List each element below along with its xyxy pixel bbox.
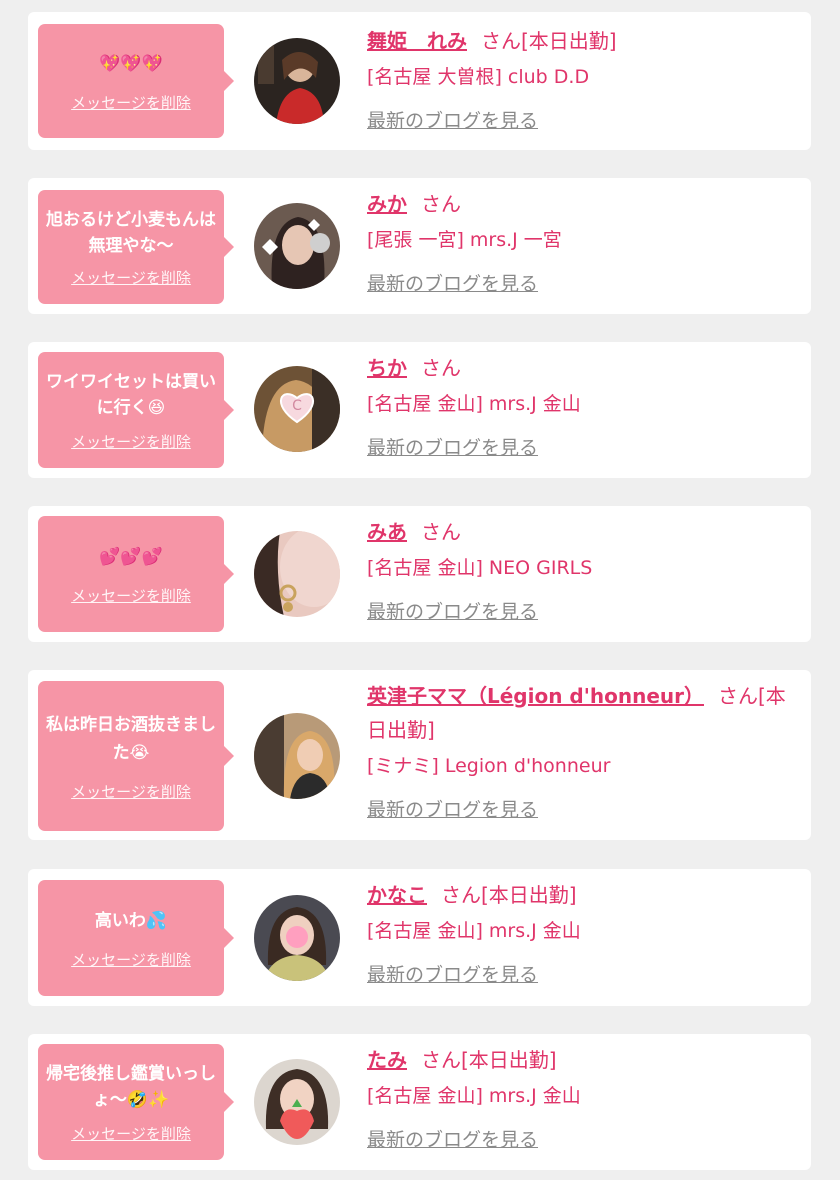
message-card: 💖💖💖 メッセージを削除 舞姫 れみ さん[本日出勤] [名古屋 大曽根] clu… — [28, 12, 811, 150]
avatar-image — [254, 713, 340, 799]
sender-name-link[interactable]: ちか — [367, 356, 407, 380]
message-text: 帰宅後推し鑑賞いっしょ〜🤣✨ — [46, 1063, 216, 1110]
message-bubble: 💕💕💕 メッセージを削除 — [38, 516, 234, 632]
latest-blog-link[interactable]: 最新のブログを見る — [367, 269, 538, 296]
latest-blog-link[interactable]: 最新のブログを見る — [367, 106, 538, 133]
svg-text:C: C — [292, 398, 302, 414]
latest-blog-link[interactable]: 最新のブログを見る — [367, 433, 538, 460]
sender-name-link[interactable]: みか — [367, 192, 407, 216]
message-bubble: 私は昨日お酒抜きました😭 メッセージを削除 — [38, 681, 234, 831]
avatar[interactable] — [254, 895, 340, 981]
message-text: ワイワイセットは買いに行く😆 — [46, 371, 216, 418]
sender-info: みか さん [尾張 一宮] mrs.J 一宮 最新のブログを見る — [367, 187, 795, 296]
attendance-badge: [本日出勤] — [461, 1048, 557, 1072]
avatar-image: C — [254, 366, 340, 452]
shop-label: [尾張 一宮] mrs.J 一宮 — [367, 229, 562, 251]
sender-name-link[interactable]: たみ — [367, 1048, 407, 1072]
avatar-image — [254, 203, 340, 289]
san-label: さん — [421, 1048, 461, 1072]
message-bubble: ワイワイセットは買いに行く😆 メッセージを削除 — [38, 352, 234, 468]
message-text: 💖💖💖 — [99, 53, 163, 74]
attendance-badge: [本日出勤] — [521, 29, 617, 53]
shop-label: [名古屋 金山] mrs.J 金山 — [367, 1085, 581, 1107]
latest-blog-link[interactable]: 最新のブログを見る — [367, 597, 538, 624]
sender-name-link[interactable]: 舞姫 れみ — [367, 29, 467, 53]
san-label: さん — [481, 29, 521, 53]
message-card: ワイワイセットは買いに行く😆 メッセージを削除 C ちか さん [名古屋 金山] … — [28, 342, 811, 478]
message-text: 旭おるけど小麦もんは無理やな〜 — [46, 209, 216, 256]
sender-info: たみ さん[本日出勤] [名古屋 金山] mrs.J 金山 最新のブログを見る — [367, 1043, 795, 1152]
message-text: 💕💕💕 — [99, 546, 163, 567]
message-text: 高いわ💦 — [94, 910, 168, 931]
message-bubble: 帰宅後推し鑑賞いっしょ〜🤣✨ メッセージを削除 — [38, 1044, 234, 1160]
delete-message-link[interactable]: メッセージを削除 — [71, 431, 191, 452]
shop-label: [名古屋 金山] NEO GIRLS — [367, 557, 593, 579]
shop-label: [名古屋 金山] mrs.J 金山 — [367, 393, 581, 415]
delete-message-link[interactable]: メッセージを削除 — [71, 585, 191, 606]
sender-info: 舞姫 れみ さん[本日出勤] [名古屋 大曽根] club D.D 最新のブログを… — [367, 24, 795, 133]
delete-message-link[interactable]: メッセージを削除 — [71, 1123, 191, 1144]
sender-info: ちか さん [名古屋 金山] mrs.J 金山 最新のブログを見る — [367, 351, 795, 460]
message-bubble: 💖💖💖 メッセージを削除 — [38, 24, 234, 138]
message-bubble: 高いわ💦 メッセージを削除 — [38, 880, 234, 996]
shop-label: [名古屋 大曽根] club D.D — [367, 66, 590, 88]
sender-name-link[interactable]: かなこ — [367, 883, 427, 907]
avatar[interactable] — [254, 531, 340, 617]
avatar[interactable] — [254, 1059, 340, 1145]
avatar-image — [254, 38, 340, 124]
shop-label: [ミナミ] Legion d'honneur — [367, 755, 611, 777]
delete-message-link[interactable]: メッセージを削除 — [71, 92, 191, 113]
message-card: 帰宅後推し鑑賞いっしょ〜🤣✨ メッセージを削除 たみ さん[本日出勤] [名古屋 … — [28, 1034, 811, 1170]
latest-blog-link[interactable]: 最新のブログを見る — [367, 795, 538, 822]
delete-message-link[interactable]: メッセージを削除 — [71, 267, 191, 288]
avatar[interactable] — [254, 713, 340, 799]
latest-blog-link[interactable]: 最新のブログを見る — [367, 1125, 538, 1152]
message-text: 私は昨日お酒抜きました😭 — [46, 714, 216, 763]
avatar-image — [254, 895, 340, 981]
delete-message-link[interactable]: メッセージを削除 — [71, 949, 191, 970]
message-card: 私は昨日お酒抜きました😭 メッセージを削除 英津子ママ（Légion d'hon… — [28, 670, 811, 840]
shop-label: [名古屋 金山] mrs.J 金山 — [367, 920, 581, 942]
san-label: さん — [421, 520, 461, 544]
san-label: さん — [421, 192, 461, 216]
latest-blog-link[interactable]: 最新のブログを見る — [367, 960, 538, 987]
sender-info: かなこ さん[本日出勤] [名古屋 金山] mrs.J 金山 最新のブログを見る — [367, 878, 795, 987]
san-label: さん — [421, 356, 461, 380]
avatar[interactable]: C — [254, 366, 340, 452]
san-label: さん — [717, 684, 758, 708]
sender-info: 英津子ママ（Légion d'honneur） さん[本日出勤] [ミナミ] Le… — [367, 679, 795, 822]
san-label: さん — [441, 883, 481, 907]
avatar-image — [254, 531, 340, 617]
attendance-badge: [本日出勤] — [481, 883, 577, 907]
message-card: 高いわ💦 メッセージを削除 かなこ さん[本日出勤] [名古屋 金山] mrs.J… — [28, 869, 811, 1006]
sender-info: みあ さん [名古屋 金山] NEO GIRLS 最新のブログを見る — [367, 515, 795, 624]
message-card: 旭おるけど小麦もんは無理やな〜 メッセージを削除 みか さん [尾張 一宮] mr… — [28, 178, 811, 314]
sender-name-link[interactable]: みあ — [367, 520, 407, 544]
avatar[interactable] — [254, 38, 340, 124]
message-bubble: 旭おるけど小麦もんは無理やな〜 メッセージを削除 — [38, 190, 234, 304]
sender-name-link[interactable]: 英津子ママ（Légion d'honneur） — [367, 684, 704, 708]
delete-message-link[interactable]: メッセージを削除 — [71, 781, 191, 802]
message-card: 💕💕💕 メッセージを削除 みあ さん [名古屋 金山] NEO GIRLS 最新の… — [28, 506, 811, 642]
avatar-image — [254, 1059, 340, 1145]
avatar[interactable] — [254, 203, 340, 289]
